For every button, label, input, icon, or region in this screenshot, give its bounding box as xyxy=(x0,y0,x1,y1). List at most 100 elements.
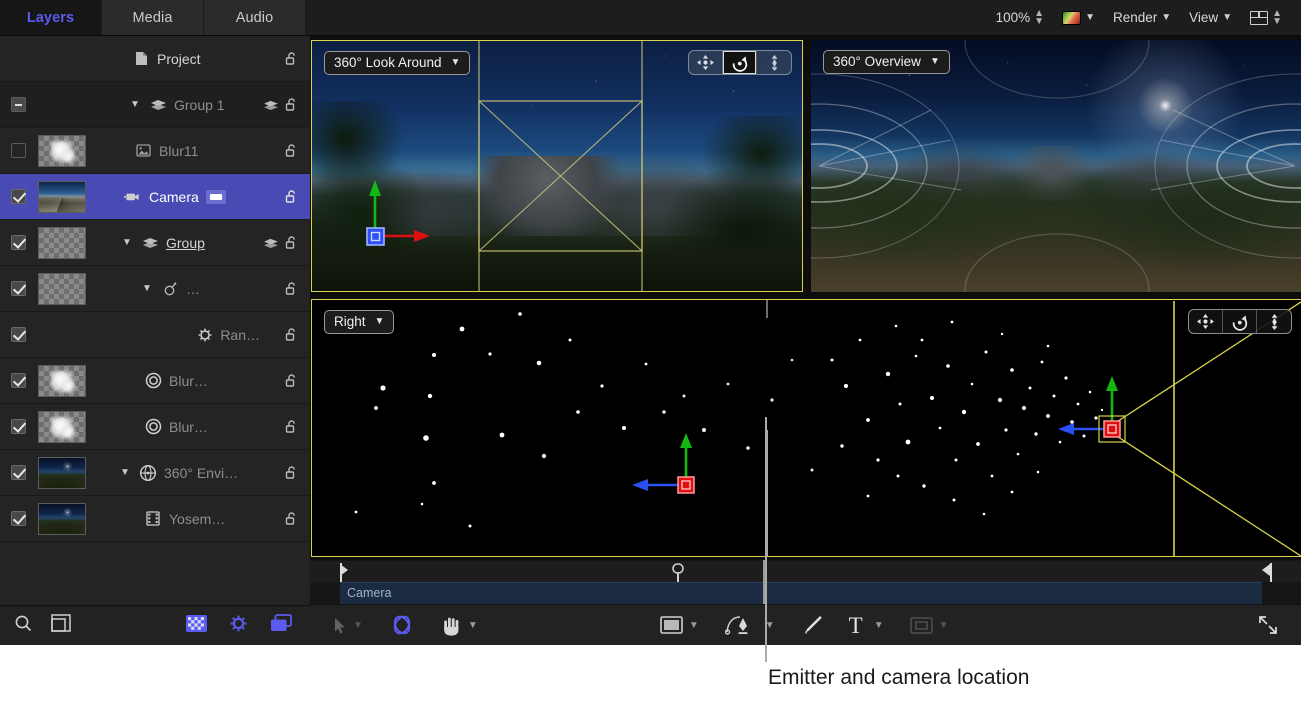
shape-tool-button[interactable]: ▼ xyxy=(660,616,699,634)
layer-row-camera[interactable]: Camera xyxy=(0,174,310,220)
zoom-level-stepper[interactable]: 100% ▲▼ xyxy=(987,0,1053,36)
layer-thumbnail xyxy=(38,457,86,489)
orbit-tool-button[interactable] xyxy=(1223,310,1257,333)
color-swatch-menu[interactable]: ▼ xyxy=(1053,0,1104,36)
layer-lock-cell[interactable] xyxy=(260,97,310,112)
viewport-360-overview[interactable]: 360° Overview ▼ xyxy=(811,40,1301,292)
search-icon[interactable] xyxy=(14,614,33,638)
transform-3d-tool-button[interactable] xyxy=(389,613,415,637)
orbit-tool-button[interactable] xyxy=(723,51,757,74)
checkerboard-icon[interactable] xyxy=(186,615,207,637)
stepper-arrows-icon: ▲▼ xyxy=(1272,10,1282,26)
layer-row-group[interactable]: ▼ Group xyxy=(0,220,310,266)
chevron-down-icon: ▼ xyxy=(874,620,884,631)
layer-lock-cell[interactable] xyxy=(260,511,310,526)
dolly-tool-button[interactable] xyxy=(757,51,791,74)
layer-row-project[interactable]: Project xyxy=(0,36,310,82)
copy-layers-icon[interactable] xyxy=(270,614,292,637)
tab-media[interactable]: Media xyxy=(102,0,204,35)
minus-checkbox-icon[interactable] xyxy=(11,97,26,112)
layout-menu[interactable]: ▲▼ xyxy=(1241,0,1291,36)
paint-tool-button[interactable] xyxy=(801,614,823,636)
layer-lock-cell[interactable] xyxy=(260,281,310,296)
layer-lock-cell[interactable] xyxy=(260,465,310,480)
layer-name-cell: ▼ Group 1 xyxy=(88,97,260,113)
render-menu[interactable]: Render ▼ xyxy=(1104,0,1180,36)
layer-enable-cell[interactable] xyxy=(0,419,36,434)
text-tool-button[interactable]: T ▼ xyxy=(849,614,884,637)
select-tool-button[interactable]: ▼ xyxy=(334,617,363,634)
gear-icon[interactable] xyxy=(229,614,248,638)
layer-visibility-checkbox[interactable] xyxy=(11,281,26,296)
layer-enable-cell[interactable] xyxy=(0,465,36,480)
disclosure-triangle-icon[interactable]: ▼ xyxy=(128,99,142,110)
layer-name-cell: Blur… xyxy=(88,372,260,389)
viewport-camera-selector-bottom[interactable]: Right ▼ xyxy=(324,310,394,334)
layer-lock-cell[interactable] xyxy=(260,189,310,204)
layer-visibility-checkbox[interactable] xyxy=(11,235,26,250)
layer-row-emitter[interactable]: ▼ … xyxy=(0,266,310,312)
chevron-down-icon: ▼ xyxy=(689,620,699,631)
disclosure-triangle-icon[interactable]: ▼ xyxy=(118,467,132,478)
layer-row-random[interactable]: Ran… xyxy=(0,312,310,358)
pan-tool-button[interactable] xyxy=(689,51,723,74)
layer-enable-cell[interactable] xyxy=(0,235,36,250)
layer-row-blur-b[interactable]: Blur… xyxy=(0,404,310,450)
tab-layers[interactable]: Layers xyxy=(0,0,102,35)
layer-enable-cell[interactable] xyxy=(0,327,36,342)
mask-icon[interactable] xyxy=(51,614,71,637)
disclosure-triangle-icon[interactable]: ▼ xyxy=(120,237,134,248)
layer-visibility-checkbox[interactable] xyxy=(11,419,26,434)
layer-row-yosemite[interactable]: Yosem… xyxy=(0,496,310,542)
layer-row-group-1[interactable]: ▼ Group 1 xyxy=(0,82,310,128)
viewport-right-ortho[interactable]: Right ▼ xyxy=(311,299,1301,557)
layer-lock-cell[interactable] xyxy=(260,143,310,158)
layer-lock-cell[interactable] xyxy=(260,51,310,66)
thumbnail-trees-art xyxy=(39,470,85,487)
pan-tool-button[interactable]: ▼ xyxy=(441,615,478,636)
layer-enable-cell[interactable] xyxy=(0,281,36,296)
viewport-360-look-around[interactable]: 360° Look Around ▼ xyxy=(311,40,803,292)
timeline-track-area[interactable]: Camera xyxy=(310,582,1301,604)
timeline-clip-camera[interactable]: Camera xyxy=(340,582,1262,604)
layer-name: Blur… xyxy=(169,419,208,435)
layer-lock-cell[interactable] xyxy=(260,373,310,388)
lock-open-icon xyxy=(285,143,300,158)
viewport-label-text: 360° Look Around xyxy=(334,55,442,70)
layer-lock-cell[interactable] xyxy=(260,235,310,250)
viewport-camera-selector-top-right[interactable]: 360° Overview ▼ xyxy=(823,50,950,74)
tab-audio[interactable]: Audio xyxy=(204,0,306,35)
layer-lock-cell[interactable] xyxy=(260,327,310,342)
view-menu[interactable]: View ▼ xyxy=(1180,0,1241,36)
mask-tool-button[interactable]: ▼ xyxy=(910,617,949,634)
bottom-toolbar: ▼ ▼ ▼ xyxy=(310,604,1301,645)
layer-enable-cell[interactable] xyxy=(0,373,36,388)
layer-lock-cell[interactable] xyxy=(260,419,310,434)
dolly-tool-button[interactable] xyxy=(1257,310,1291,333)
circle-icon xyxy=(144,418,162,435)
fullscreen-toggle-button[interactable] xyxy=(1257,614,1279,636)
layer-enable-cell[interactable] xyxy=(0,511,36,526)
disclosure-triangle-icon[interactable]: ▼ xyxy=(140,283,154,294)
camera-transform-gizmo[interactable] xyxy=(312,41,803,292)
layer-visibility-checkbox[interactable] xyxy=(11,327,26,342)
pan-tool-button[interactable] xyxy=(1189,310,1223,333)
lock-open-icon xyxy=(285,97,300,112)
viewport-camera-selector-top-left[interactable]: 360° Look Around ▼ xyxy=(324,51,470,75)
bezier-tool-button[interactable]: ▼ xyxy=(725,614,775,636)
camera-active-badge[interactable] xyxy=(206,190,226,204)
layer-visibility-checkbox[interactable] xyxy=(11,465,26,480)
layer-visibility-checkbox[interactable] xyxy=(11,511,26,526)
layer-visibility-checkbox[interactable] xyxy=(11,373,26,388)
layer-row-360-environment[interactable]: ▼ 360° Envi… xyxy=(0,450,310,496)
layer-name[interactable]: Group xyxy=(166,235,205,251)
layer-enable-cell[interactable] xyxy=(0,97,36,112)
chevron-down-icon: ▼ xyxy=(939,620,949,631)
layer-enable-cell[interactable] xyxy=(0,189,36,204)
layer-thumbnail-cell xyxy=(36,457,88,489)
layer-enable-cell[interactable] xyxy=(0,143,36,158)
layer-visibility-checkbox[interactable] xyxy=(11,189,26,204)
layer-row-blur-a[interactable]: Blur… xyxy=(0,358,310,404)
layer-visibility-checkbox[interactable] xyxy=(11,143,26,158)
layer-row-blur11[interactable]: Blur11 xyxy=(0,128,310,174)
